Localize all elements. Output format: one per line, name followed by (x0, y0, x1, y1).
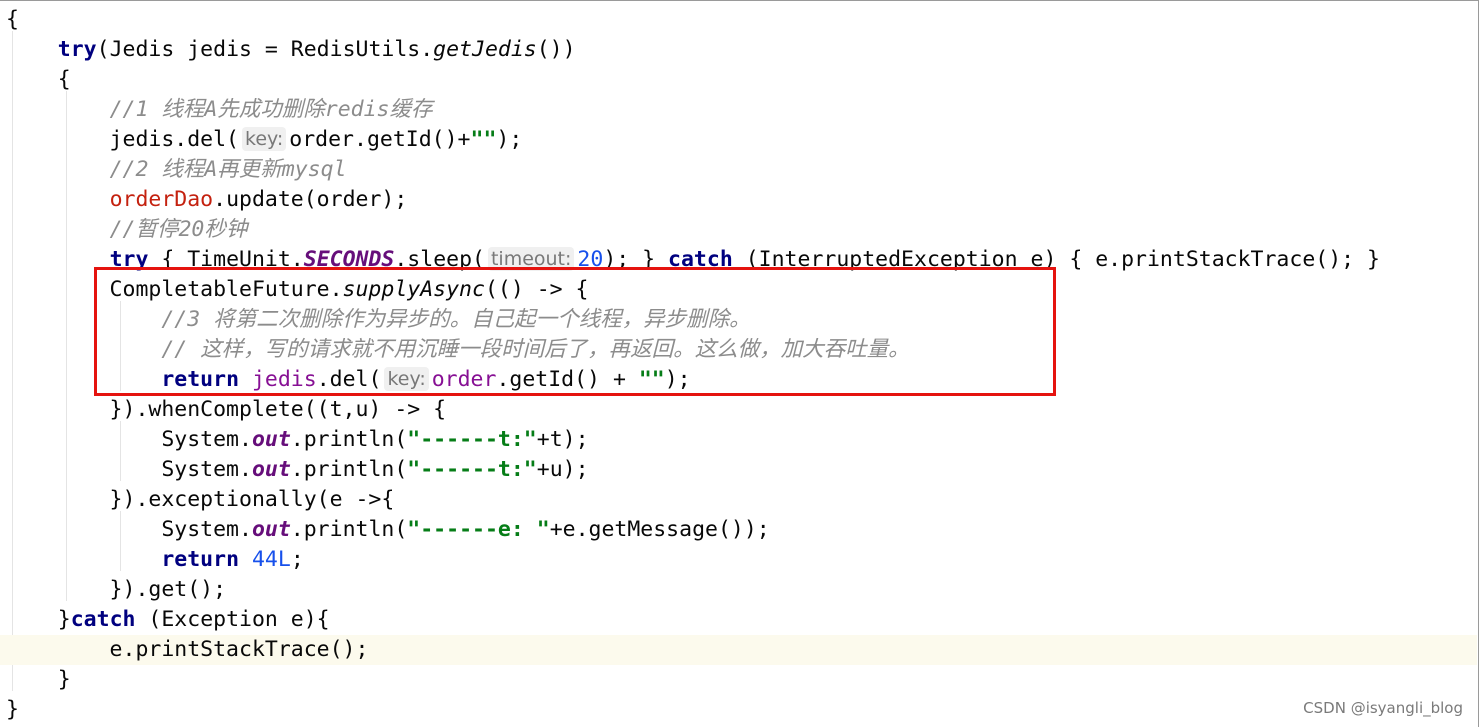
string-token: "" (470, 127, 497, 152)
str-bold-token: "------e: " (407, 517, 550, 542)
code-token: { (6, 67, 71, 92)
code-token: ); (496, 127, 523, 152)
code-token: +t); (536, 427, 589, 452)
field-token: orderDao (109, 187, 214, 212)
code-token: } (6, 697, 19, 722)
static-token: out (251, 427, 291, 452)
kw-token: try (57, 37, 97, 62)
code-line[interactable]: }).exceptionally(e ->{ (0, 485, 1477, 515)
code-token: .println( (290, 427, 408, 452)
code-line[interactable]: System.out.println("------t:"+t); (0, 425, 1477, 455)
code-token: jedis.del( (6, 127, 239, 152)
code-token: }).get(); (6, 577, 227, 602)
code-line[interactable]: jedis.del(key: order.getId()+""); (0, 125, 1477, 155)
kw-token: catch (70, 607, 136, 632)
code-token: { (6, 7, 19, 32)
code-token: e.printStackTrace(); (6, 637, 369, 662)
code-token: +e.getMessage()); (549, 517, 770, 542)
code-line[interactable]: } (0, 695, 1477, 725)
code-line[interactable]: } (0, 665, 1477, 695)
comment-token: //1 线程A先成功删除redis缓存 (109, 97, 433, 122)
code-token: } (6, 607, 71, 632)
comment-token: //2 线程A再更新mysql (109, 157, 347, 182)
code-line[interactable]: //2 线程A再更新mysql (0, 155, 1477, 185)
code-line[interactable]: System.out.println("------e: "+e.getMess… (0, 515, 1477, 545)
code-line[interactable]: orderDao.update(order); (0, 185, 1477, 215)
code-token: (Exception e){ (135, 607, 330, 632)
code-token: .println( (290, 457, 408, 482)
code-token: .println( (290, 517, 408, 542)
code-line[interactable]: { (0, 5, 1477, 35)
code-line[interactable]: //1 线程A先成功删除redis缓存 (0, 95, 1477, 125)
code-line[interactable]: e.printStackTrace(); (0, 635, 1477, 665)
kw-token: return (161, 547, 240, 572)
code-line[interactable]: System.out.println("------t:"+u); (0, 455, 1477, 485)
code-line[interactable]: try(Jedis jedis = RedisUtils.getJedis()) (0, 35, 1477, 65)
code-token: }).whenComplete((t,u) -> { (6, 397, 447, 422)
code-token: }).exceptionally(e ->{ (6, 487, 395, 512)
code-token: (Jedis jedis = RedisUtils. (96, 37, 434, 62)
code-token: +u); (536, 457, 589, 482)
code-token: order.getId()+ (289, 127, 471, 152)
code-line[interactable]: //暂停20秒钟 (0, 215, 1477, 245)
code-token: ()) (536, 37, 576, 62)
code-token: System. (6, 457, 252, 482)
code-line[interactable]: }).whenComplete((t,u) -> { (0, 395, 1477, 425)
str-bold-token: "------t:" (407, 427, 537, 452)
code-token: ; (290, 547, 304, 572)
code-token: System. (6, 427, 252, 452)
code-line[interactable]: return 44L; (0, 545, 1477, 575)
code-editor[interactable]: { try(Jedis jedis = RedisUtils.getJedis(… (0, 0, 1479, 727)
code-line[interactable]: { (0, 65, 1477, 95)
code-token: .update(order); (213, 187, 408, 212)
code-token: } (6, 667, 71, 692)
parameter-hint: key: (242, 127, 287, 151)
static-token: out (251, 517, 291, 542)
comment-token: //暂停20秒钟 (109, 217, 248, 242)
static-token: out (251, 457, 291, 482)
code-token: System. (6, 517, 252, 542)
watermark: CSDN @isyangli_blog (1303, 699, 1463, 717)
highlight-box (94, 267, 1056, 396)
italic-token: getJedis (433, 37, 537, 62)
code-line[interactable]: }).get(); (0, 575, 1477, 605)
num-token: 44L (251, 547, 291, 572)
str-bold-token: "------t:" (407, 457, 537, 482)
code-line[interactable]: }catch (Exception e){ (0, 605, 1477, 635)
